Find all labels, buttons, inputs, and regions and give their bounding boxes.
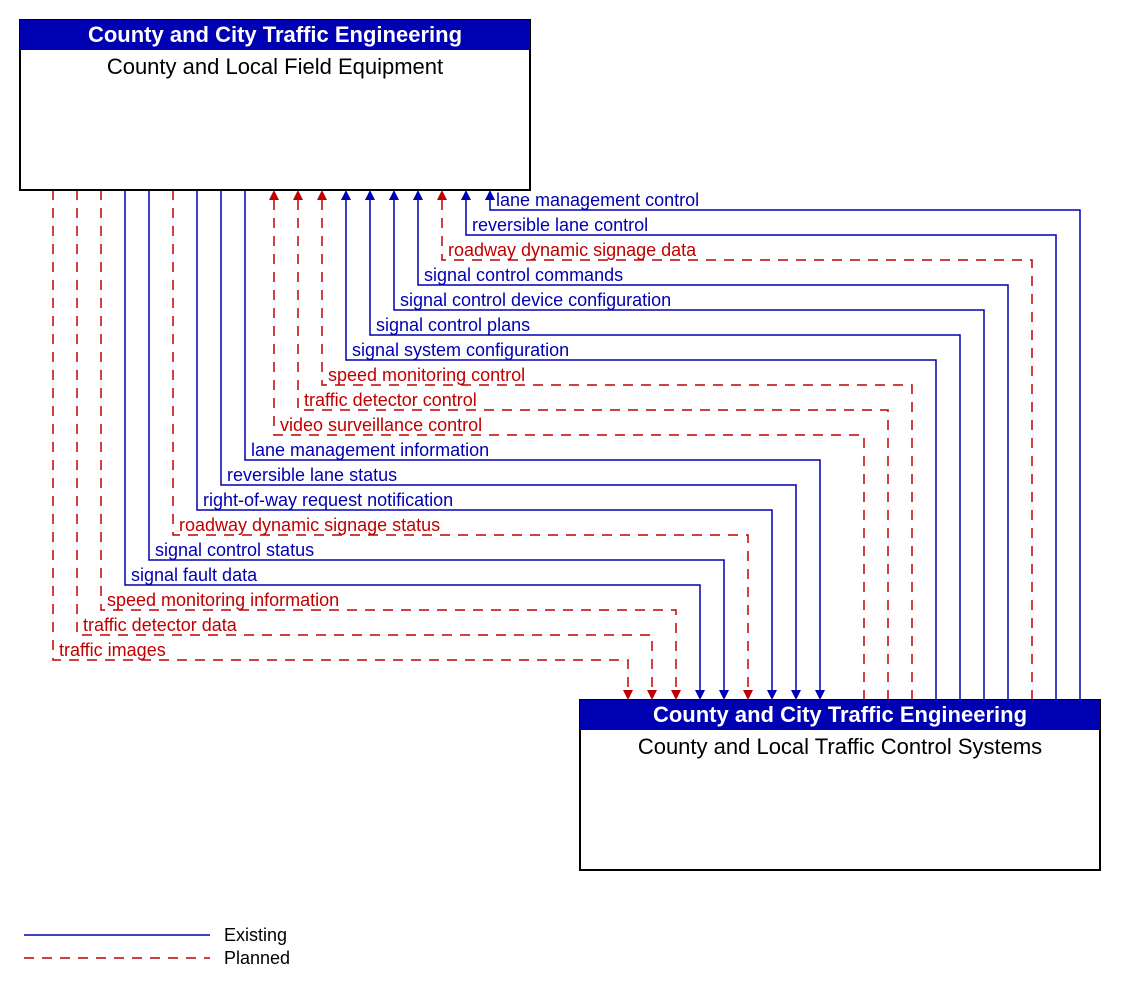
box-bottom-title: County and Local Traffic Control Systems <box>638 734 1042 759</box>
flow-label: roadway dynamic signage status <box>179 515 440 535</box>
box-bottom: County and City Traffic Engineering Coun… <box>580 700 1100 870</box>
flow-label: signal control status <box>155 540 314 560</box>
flow-label: roadway dynamic signage data <box>448 240 697 260</box>
box-top: County and City Traffic Engineering Coun… <box>20 20 530 190</box>
flow-label: traffic detector data <box>83 615 238 635</box>
legend-existing-label: Existing <box>224 925 287 945</box>
flow-label: signal control commands <box>424 265 623 285</box>
its-flow-diagram: lane management control reversible lane c… <box>0 0 1121 1001</box>
flow-label: signal control device configuration <box>400 290 671 310</box>
flow-label: right-of-way request notification <box>203 490 453 510</box>
flow-label: traffic detector control <box>304 390 477 410</box>
box-top-title: County and Local Field Equipment <box>107 54 443 79</box>
flow-label: signal control plans <box>376 315 530 335</box>
legend-planned-label: Planned <box>224 948 290 968</box>
flow-label: lane management information <box>251 440 489 460</box>
flow-label: speed monitoring control <box>328 365 525 385</box>
legend: Existing Planned <box>24 925 290 968</box>
flow-label: speed monitoring information <box>107 590 339 610</box>
flow-label: reversible lane status <box>227 465 397 485</box>
flows-group: lane management control reversible lane c… <box>53 190 1080 700</box>
box-bottom-header: County and City Traffic Engineering <box>653 702 1027 727</box>
flow-label: signal system configuration <box>352 340 569 360</box>
flow-label: signal fault data <box>131 565 258 585</box>
box-top-header: County and City Traffic Engineering <box>88 22 462 47</box>
flow-label: reversible lane control <box>472 215 648 235</box>
flow-label: lane management control <box>496 190 699 210</box>
flow-label: traffic images <box>59 640 166 660</box>
flow-label: video surveillance control <box>280 415 482 435</box>
